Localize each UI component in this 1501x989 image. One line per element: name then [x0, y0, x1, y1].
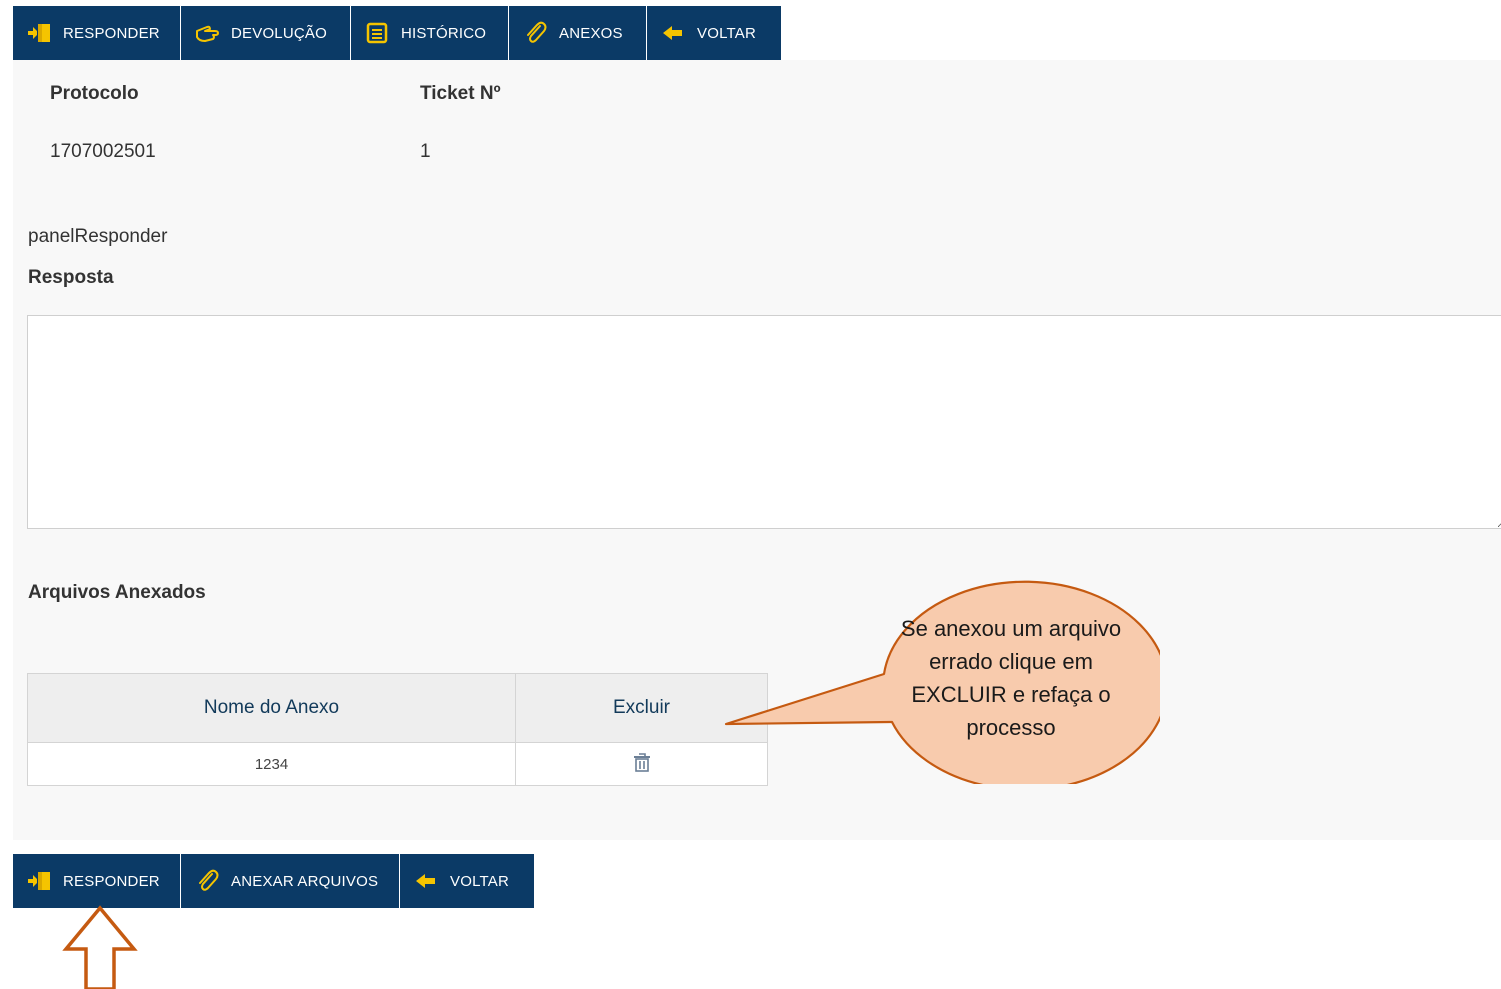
protocolo-label: Protocolo [50, 83, 139, 104]
responder-icon [25, 867, 53, 895]
devolucao-button[interactable]: DEVOLUÇÃO [181, 6, 351, 60]
bottom-voltar-button[interactable]: VOLTAR [400, 854, 534, 908]
ticket-number-value: 1 [420, 141, 431, 162]
paperclip-icon [521, 19, 549, 47]
bottom-toolbar: RESPONDER ANEXAR ARQUIVOS VOLTAR [13, 854, 534, 908]
anexos-button[interactable]: ANEXOS [509, 6, 647, 60]
responder-icon [25, 19, 53, 47]
anexar-arquivos-button[interactable]: ANEXAR ARQUIVOS [181, 854, 400, 908]
historico-label: HISTÓRICO [401, 24, 487, 42]
responder-button[interactable]: RESPONDER [13, 6, 181, 60]
protocolo-value: 1707002501 [50, 141, 156, 162]
arquivos-anexados-label: Arquivos Anexados [28, 582, 206, 603]
anexos-label: ANEXOS [559, 24, 623, 42]
column-header-nome: Nome do Anexo [27, 673, 516, 743]
top-toolbar: RESPONDER DEVOLUÇÃO HISTÓRICO ANEXOS VOL… [13, 6, 781, 60]
trash-icon[interactable] [631, 751, 653, 777]
bottom-responder-button[interactable]: RESPONDER [13, 854, 181, 908]
responder-label: RESPONDER [63, 24, 160, 42]
resposta-label: Resposta [28, 267, 114, 288]
arrow-left-icon [659, 19, 687, 47]
ticket-number-label: Ticket Nº [420, 83, 501, 104]
paperclip-icon [193, 867, 221, 895]
table-row: 1234 [27, 742, 768, 786]
up-arrow-icon [62, 905, 138, 989]
arrow-left-icon [412, 867, 440, 895]
devolucao-label: DEVOLUÇÃO [231, 24, 327, 42]
table-header-row: Nome do Anexo Excluir [27, 673, 768, 743]
callout-text: Se anexou um arquivo errado clique em EX… [900, 616, 1122, 740]
historico-button[interactable]: HISTÓRICO [351, 6, 509, 60]
attachment-name-cell: 1234 [27, 742, 516, 786]
voltar-button[interactable]: VOLTAR [647, 6, 781, 60]
attachments-table: Nome do Anexo Excluir 1234 [27, 673, 768, 786]
panel-name: panelResponder [28, 226, 168, 247]
bottom-voltar-label: VOLTAR [450, 872, 509, 890]
list-document-icon [363, 19, 391, 47]
bottom-responder-label: RESPONDER [63, 872, 160, 890]
hand-point-icon [193, 19, 221, 47]
anexar-arquivos-label: ANEXAR ARQUIVOS [231, 872, 379, 890]
resposta-textarea[interactable] [27, 315, 1501, 529]
voltar-label: VOLTAR [697, 24, 756, 42]
